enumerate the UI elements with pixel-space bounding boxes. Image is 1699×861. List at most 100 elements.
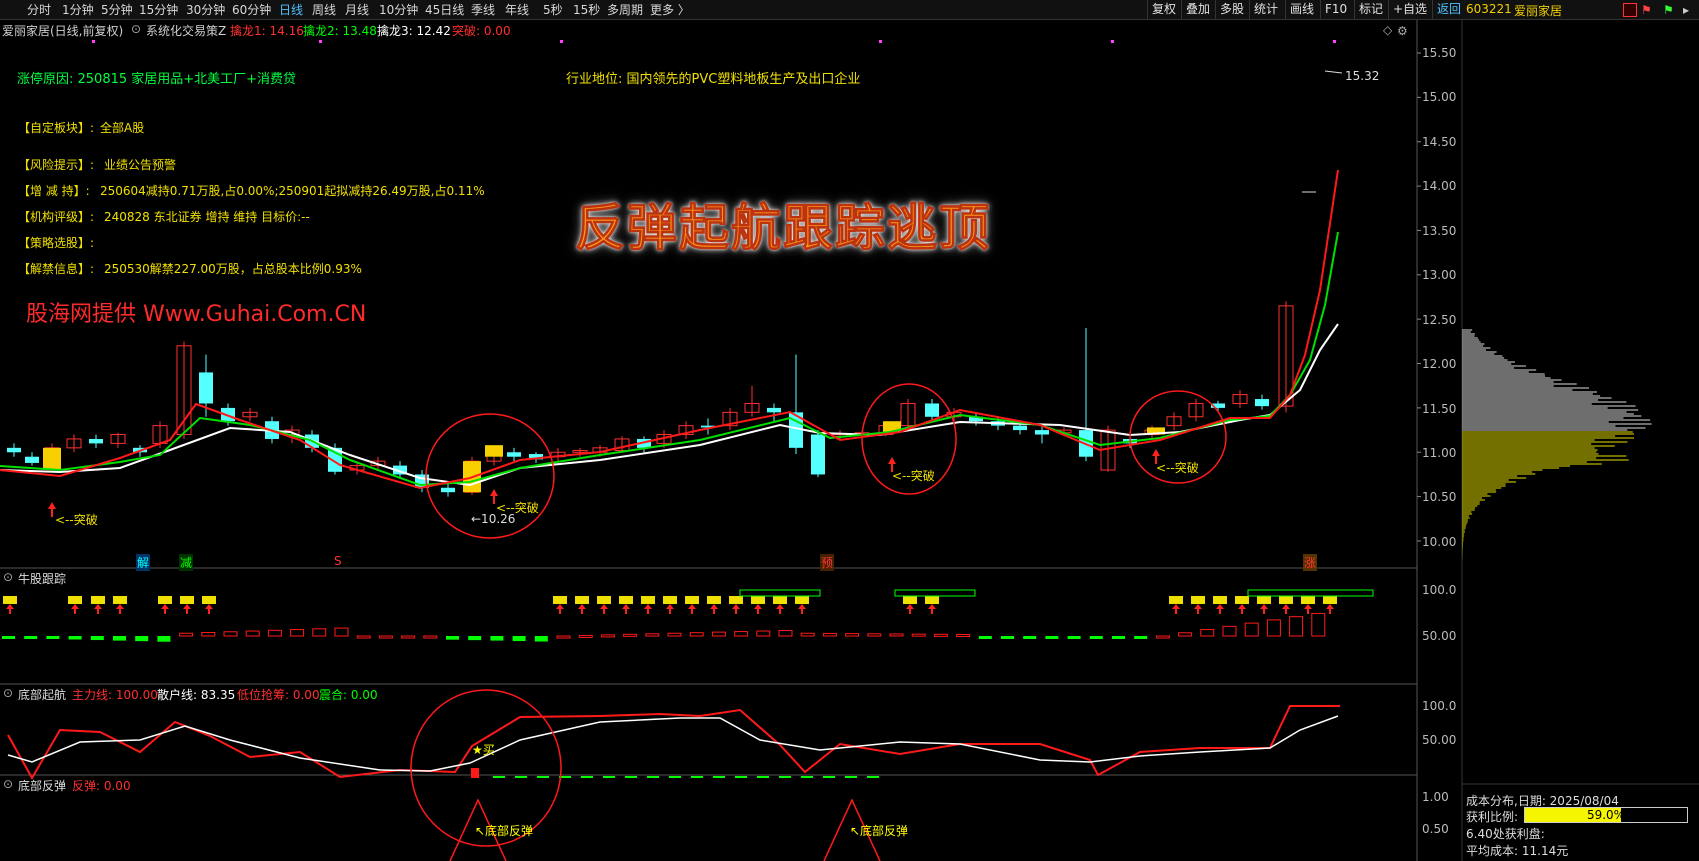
- track-bar-up: [1155, 635, 1170, 639]
- marker-limit-up: 涨: [1303, 554, 1318, 571]
- y-tick-p2-1: 50.00: [1422, 629, 1457, 643]
- track-flag: [1301, 596, 1315, 604]
- panel3-sanhu: 散户线: 83.35: [157, 688, 236, 702]
- track-flag: [1191, 596, 1205, 604]
- track-bar-down: [2, 636, 15, 639]
- zhenhe-mark: [537, 776, 549, 778]
- track-bar-up: [223, 631, 238, 637]
- info-value-sector: 全部A股: [100, 121, 145, 135]
- panel4-title[interactable]: 底部反弹: [18, 777, 66, 794]
- track-bar-up: [711, 631, 726, 637]
- indicator-name[interactable]: 系统化交易策Z: [146, 22, 226, 39]
- candle-body-down: [925, 403, 939, 417]
- track-flag: [202, 596, 216, 604]
- signal-dot: [1111, 40, 1114, 43]
- y-tick-main-9: 11.00: [1422, 446, 1457, 460]
- track-arrow-icon: [776, 604, 784, 614]
- track-bar-down: [1001, 636, 1014, 639]
- track-bar-up: [734, 631, 749, 637]
- signal-dot: [92, 40, 95, 43]
- track-bar-up: [245, 630, 260, 637]
- panel3-toggle-icon[interactable]: ⊙: [3, 686, 13, 700]
- track-bar-up: [800, 632, 815, 637]
- panel3-zhuli: 主力线: 100.00: [72, 688, 158, 702]
- candle-body-down: [199, 372, 213, 404]
- panel4-fantan: 反弹: 0.00: [72, 779, 131, 793]
- candle-body-down: [767, 407, 781, 413]
- zhenhe-mark: [515, 776, 527, 778]
- track-bar-down: [468, 636, 482, 641]
- y-tick-main-10: 10.50: [1422, 490, 1457, 504]
- chip-profit-text: 6.40处获利盘:: [1466, 827, 1545, 841]
- track-flag: [113, 596, 127, 604]
- info-label-risk: 【风险提示】:: [18, 158, 95, 172]
- indicator-toggle-icon[interactable]: ⊙: [131, 22, 141, 36]
- track-bar-up: [578, 634, 593, 638]
- panel3-diwei: 低位抢筹: 0.00: [237, 688, 320, 702]
- panel2-toggle-icon[interactable]: ⊙: [3, 570, 13, 584]
- track-arrow-icon: [1216, 604, 1224, 614]
- y-tick-main-6: 12.50: [1422, 313, 1457, 327]
- track-box-green: [1247, 589, 1374, 597]
- track-bar-up: [1222, 625, 1237, 637]
- track-arrow-icon: [116, 604, 124, 614]
- zhenhe-mark: [779, 776, 791, 778]
- info-value-unlock: 250530解禁227.00万股，占总股本比例0.93%: [104, 262, 362, 276]
- track-bar-up: [1244, 622, 1259, 637]
- track-arrow-icon: [754, 604, 762, 614]
- track-arrow-icon: [1172, 604, 1180, 614]
- track-bar-down: [90, 636, 104, 641]
- track-bar-up: [778, 629, 793, 637]
- breakout-candle: [43, 447, 61, 471]
- diamond-icon: ◇: [1383, 23, 1393, 37]
- track-bar-up: [312, 628, 327, 637]
- panel2-title[interactable]: 牛股跟踪: [18, 570, 66, 587]
- breakout-label-1: <--突破: [55, 513, 98, 527]
- track-bar-up: [201, 632, 216, 637]
- tupo-value: 突破: 0.00: [452, 24, 511, 38]
- panel4-toggle-icon[interactable]: ⊙: [3, 777, 13, 791]
- track-bar-down: [68, 636, 82, 640]
- track-bar-up: [689, 632, 704, 637]
- y-tick-main-0: 15.50: [1422, 46, 1457, 60]
- track-bar-down: [113, 636, 126, 641]
- track-bar-up: [889, 633, 904, 637]
- track-flag: [925, 596, 939, 604]
- track-flag: [575, 596, 589, 604]
- signal-dot: [879, 40, 882, 43]
- track-arrow-icon: [798, 604, 806, 614]
- track-bar-up: [334, 627, 349, 637]
- track-bar-down: [978, 636, 992, 639]
- track-flag: [729, 596, 743, 604]
- track-bar-up: [600, 634, 615, 638]
- main-panel-title: 爱丽家居(日线,前复权): [2, 24, 124, 38]
- track-bar-up: [1266, 619, 1281, 637]
- track-box-green: [894, 589, 976, 597]
- average-cost: 平均成本: 11.14元: [1466, 844, 1569, 858]
- qinlong1-value: 擒龙1: 14.16: [230, 24, 304, 38]
- zhenhe-mark: [867, 776, 879, 778]
- low-chip-bar: [471, 768, 479, 778]
- panel3-title[interactable]: 底部起航: [18, 686, 66, 703]
- candle-body-down: [1035, 430, 1049, 435]
- track-bar-up: [667, 632, 682, 637]
- track-arrow-icon: [161, 604, 169, 614]
- buy-signal-label: ★买: [472, 743, 495, 757]
- sanhu-line: [7, 715, 1339, 772]
- watermark-text: 股海网提供 Www.Guhai.Com.CN: [26, 302, 367, 327]
- track-arrow-icon: [205, 604, 213, 614]
- profit-ratio-value: 59.0%: [1586, 808, 1626, 822]
- track-arrow-icon: [600, 604, 608, 614]
- marker-s: S: [334, 554, 342, 568]
- signal-dot: [1333, 40, 1336, 43]
- qinlong2-value: 擒龙2: 13.48: [303, 24, 377, 38]
- track-bar-up: [623, 633, 638, 637]
- bottom-rebound-label-2: ↖底部反弹: [850, 824, 909, 838]
- bottom-rebound-label-1: ↖底部反弹: [475, 824, 534, 838]
- track-bar-down: [446, 636, 459, 640]
- chart-canvas: ◇ ⚙: [0, 20, 1699, 861]
- track-arrow-icon: [906, 604, 914, 614]
- track-bar-up: [1311, 612, 1326, 637]
- y-tick-main-11: 10.00: [1422, 535, 1457, 549]
- y-tick-main-7: 12.00: [1422, 357, 1457, 371]
